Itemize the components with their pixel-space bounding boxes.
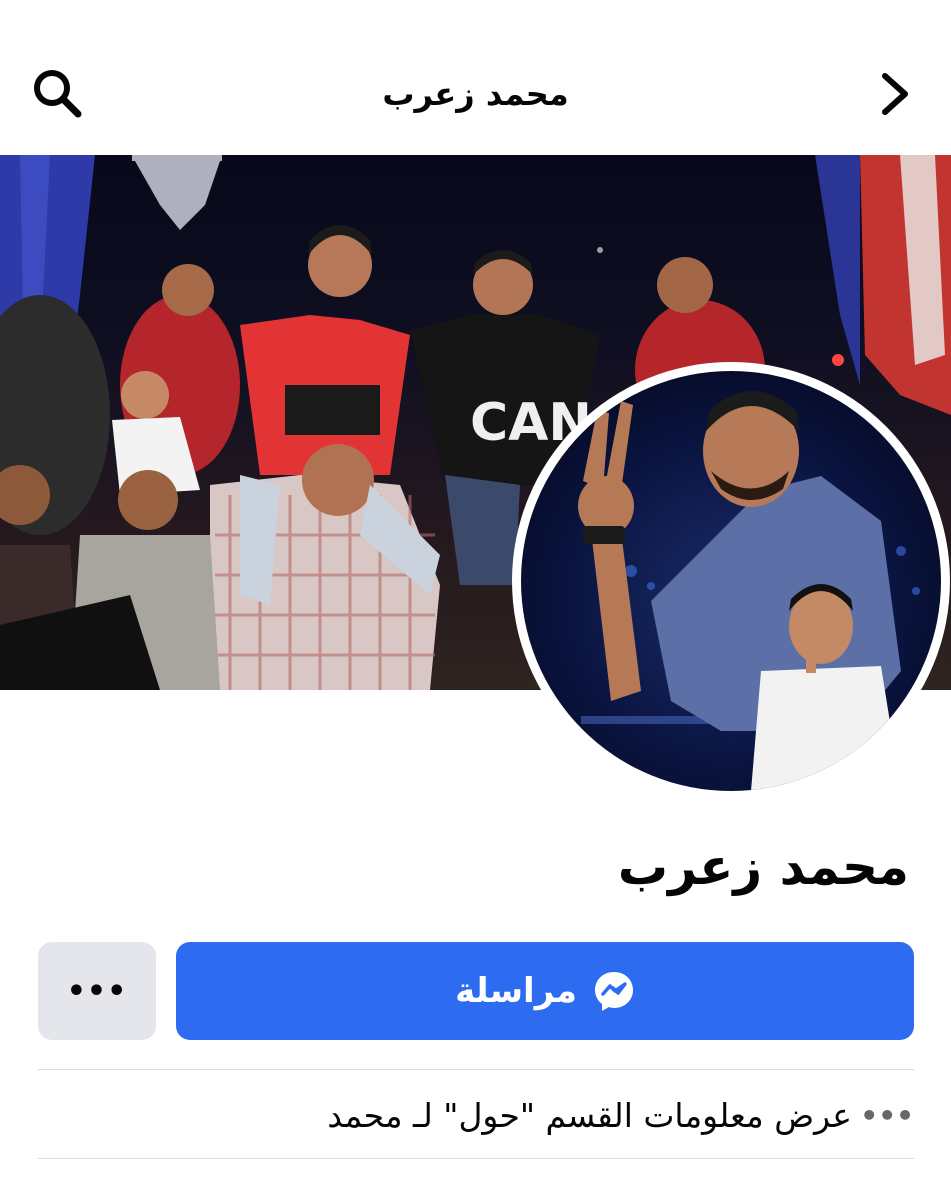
divider — [38, 1069, 914, 1070]
divider — [38, 1158, 914, 1159]
profile-page: محمد زعرب CAN محمد زعرب ••• مراسلة ••• ع… — [0, 0, 951, 1200]
more-horizontal-icon: ••• — [860, 1098, 914, 1132]
message-button[interactable]: مراسلة — [176, 942, 914, 1040]
more-icon: ••• — [66, 973, 128, 1009]
about-row-text: عرض معلومات القسم "حول" لـ محمد — [327, 1095, 852, 1135]
top-bar: محمد زعرب — [0, 0, 951, 155]
back-button[interactable] — [875, 70, 915, 118]
messenger-icon — [594, 972, 633, 1011]
message-button-label: مراسلة — [455, 971, 577, 1011]
profile-actions: ••• مراسلة — [38, 942, 914, 1040]
page-title: محمد زعرب — [382, 75, 569, 113]
avatar-image — [521, 371, 941, 791]
more-options-button[interactable]: ••• — [38, 942, 156, 1040]
profile-name: محمد زعرب — [617, 838, 909, 896]
chevron-right-icon — [882, 73, 908, 115]
about-row[interactable]: ••• عرض معلومات القسم "حول" لـ محمد — [38, 1072, 914, 1158]
avatar[interactable] — [512, 362, 950, 800]
